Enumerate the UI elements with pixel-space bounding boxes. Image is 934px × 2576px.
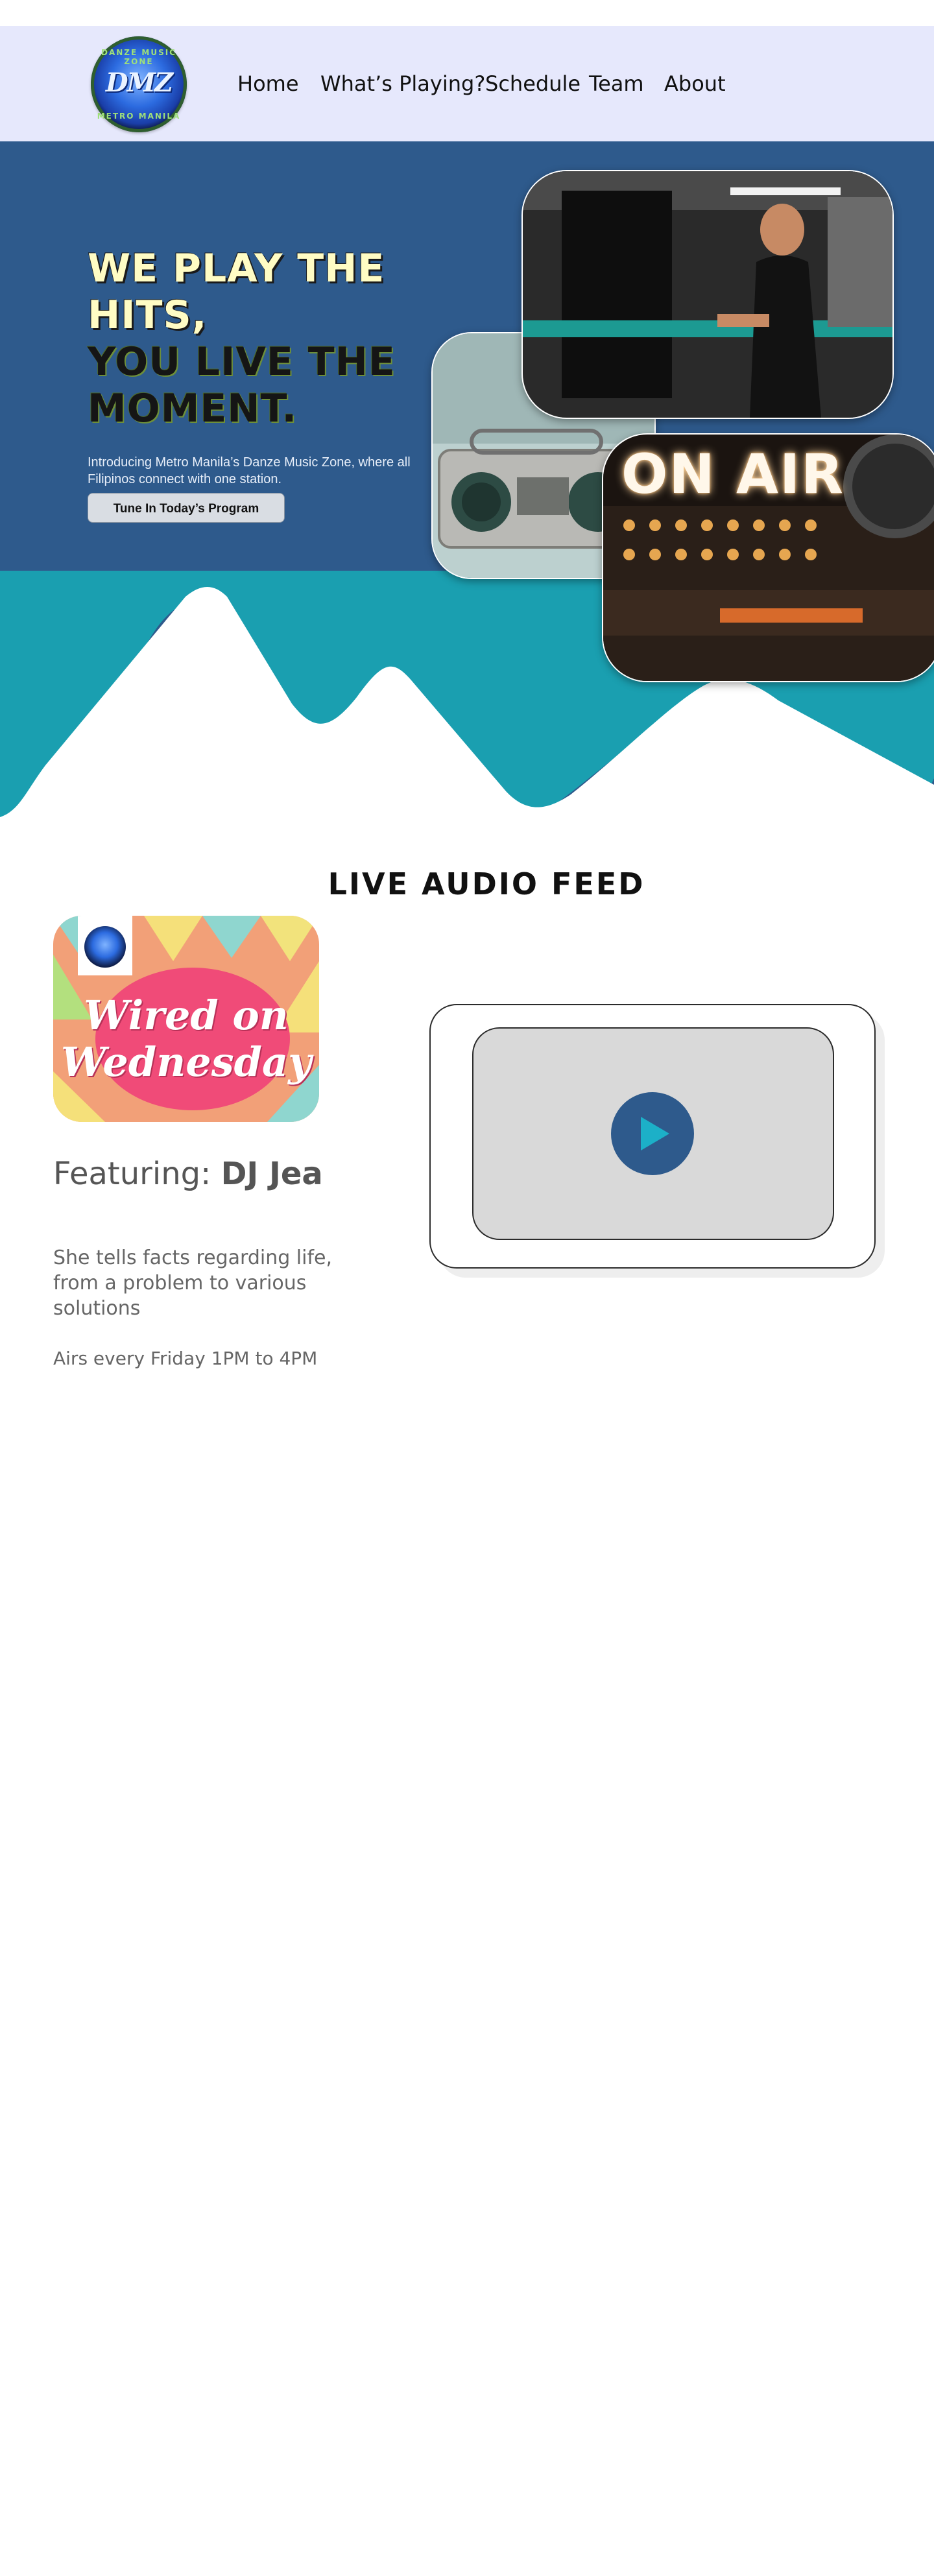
hero-heading: WE PLAY THE HITS, YOU LIVE THE MOMENT. bbox=[88, 245, 451, 432]
host-name: DJ Jea bbox=[221, 1156, 323, 1192]
live-audio-feed-title: LIVE AUDIO FEED bbox=[328, 866, 645, 901]
show-station-logo bbox=[84, 926, 126, 968]
show-schedule: Airs every Friday 1PM to 4PM bbox=[53, 1348, 318, 1369]
logo-mark: DMZ bbox=[105, 67, 173, 98]
hero-heading-line-1: WE PLAY THE bbox=[88, 246, 385, 291]
audio-player bbox=[429, 1004, 876, 1269]
on-air-photo: ON AIR bbox=[602, 433, 934, 682]
nav-schedule[interactable]: Schedule bbox=[485, 71, 581, 96]
nav-whats-playing[interactable]: What’s Playing? bbox=[320, 71, 485, 96]
show-logo-box bbox=[78, 916, 132, 975]
on-air-sign: ON AIR bbox=[621, 442, 844, 506]
featuring-label: Featuring: bbox=[53, 1156, 211, 1192]
show-title: Wired on Wednesday bbox=[53, 992, 319, 1086]
show-banner[interactable]: Wired on Wednesday bbox=[53, 916, 319, 1122]
navbar: DANZE MUSIC ZONE DMZ METRO MANILA Home W… bbox=[0, 26, 934, 141]
commuter-illustration bbox=[523, 171, 892, 418]
show-title-line-1: Wired on bbox=[84, 992, 289, 1039]
featuring-heading: Featuring: DJ Jea bbox=[53, 1156, 323, 1192]
hero-heading-line-2: HITS, bbox=[88, 292, 208, 338]
play-icon bbox=[641, 1117, 669, 1151]
show-title-line-2: Wednesday bbox=[60, 1038, 312, 1086]
hero-heading-line-4: MOMENT. bbox=[88, 386, 298, 431]
tune-in-button[interactable]: Tune In Today’s Program bbox=[88, 493, 285, 523]
nav-team[interactable]: Team bbox=[589, 71, 644, 96]
show-description: She tells facts regarding life, from a p… bbox=[53, 1246, 333, 1320]
logo-ring-bottom-text: METRO MANILA bbox=[97, 112, 181, 121]
nav-about[interactable]: About bbox=[664, 71, 726, 96]
station-logo[interactable]: DANZE MUSIC ZONE DMZ METRO MANILA bbox=[91, 36, 187, 132]
play-button[interactable] bbox=[611, 1092, 694, 1175]
logo-ring-top-text: DANZE MUSIC ZONE bbox=[101, 48, 176, 66]
hero-heading-line-3: YOU LIVE THE bbox=[88, 339, 396, 385]
player-screen bbox=[472, 1027, 834, 1240]
nav-home[interactable]: Home bbox=[237, 71, 299, 96]
hero-subtitle: Introducing Metro Manila’s Danze Music Z… bbox=[88, 455, 411, 486]
commuter-photo bbox=[521, 170, 894, 419]
